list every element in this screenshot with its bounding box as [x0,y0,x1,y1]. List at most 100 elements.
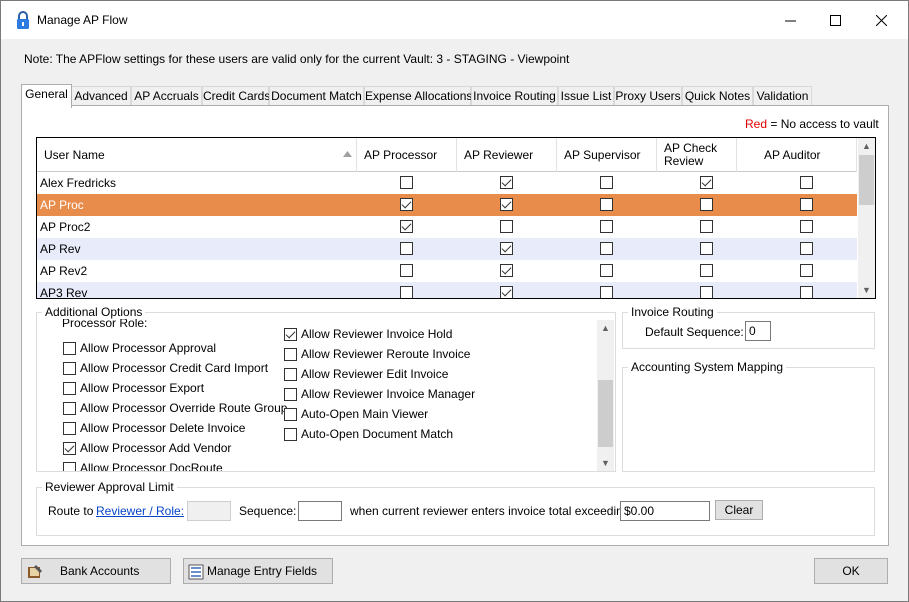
column-header-ap-supervisor[interactable]: AP Supervisor [557,138,657,172]
role-checkbox[interactable] [500,198,513,211]
scroll-thumb[interactable] [859,155,874,205]
tab-issue-list[interactable]: Issue List [558,86,614,107]
role-checkbox[interactable] [700,264,713,277]
options-scroll-down-icon[interactable]: ▼ [597,455,614,471]
options-scroll-thumb[interactable] [598,380,613,447]
tab-invoice-routing[interactable]: Invoice Routing [471,86,558,107]
role-checkbox[interactable] [600,198,613,211]
options-vertical-scrollbar[interactable]: ▲ ▼ [597,320,614,471]
minimize-icon [784,20,796,21]
role-checkbox[interactable] [700,286,713,298]
reviewer-role-link[interactable]: Reviewer / Role: [96,504,184,518]
route-to-label: Route to [48,504,94,518]
grid-row[interactable]: AP Proc [37,194,857,216]
options-scroll-up-icon[interactable]: ▲ [597,320,614,336]
sequence-label: Sequence: [239,504,297,518]
user-name-cell: AP Rev [40,242,81,256]
option-label: Allow Reviewer Invoice Hold [301,327,453,341]
window-title: Manage AP Flow [37,13,128,27]
role-checkbox[interactable] [700,176,713,189]
accounting-mapping-group [622,367,875,472]
option-checkbox[interactable] [63,382,76,395]
option-checkbox[interactable] [63,462,76,471]
option-checkbox[interactable] [284,348,297,361]
role-checkbox[interactable] [400,264,413,277]
users-grid: User Name AP Processor AP Reviewer AP Su… [36,137,876,299]
manage-ap-flow-window: Manage AP Flow Note: The APFlow settings… [0,0,909,602]
default-sequence-input[interactable]: 0 [745,321,771,341]
tab-general[interactable]: General [21,84,72,108]
role-checkbox[interactable] [800,286,813,298]
tab-credit-cards[interactable]: Credit Cards [202,86,270,107]
role-checkbox[interactable] [800,242,813,255]
role-checkbox[interactable] [800,220,813,233]
option-checkbox[interactable] [284,428,297,441]
role-checkbox[interactable] [500,286,513,298]
scroll-down-icon[interactable]: ▼ [858,282,875,298]
clear-button[interactable]: Clear [715,500,763,520]
role-checkbox[interactable] [400,176,413,189]
scroll-up-icon[interactable]: ▲ [858,138,875,154]
role-checkbox[interactable] [400,220,413,233]
role-checkbox[interactable] [500,176,513,189]
role-checkbox[interactable] [600,176,613,189]
role-checkbox[interactable] [800,198,813,211]
column-header-ap-check-review[interactable]: AP Check Review [657,138,737,172]
grid-header: User Name AP Processor AP Reviewer AP Su… [37,138,857,172]
role-checkbox[interactable] [500,220,513,233]
legend-text: = No access to vault [770,117,879,131]
role-checkbox[interactable] [400,198,413,211]
role-checkbox[interactable] [600,220,613,233]
column-header-ap-processor[interactable]: AP Processor [357,138,457,172]
role-checkbox[interactable] [400,242,413,255]
option-checkbox[interactable] [63,422,76,435]
role-checkbox[interactable] [500,242,513,255]
column-header-ap-reviewer[interactable]: AP Reviewer [457,138,557,172]
close-button[interactable] [858,1,904,39]
tab-proxy-users[interactable]: Proxy Users [614,86,682,107]
role-checkbox[interactable] [800,264,813,277]
tab-advanced[interactable]: Advanced [71,86,131,107]
minimize-button[interactable] [767,1,813,39]
grid-vertical-scrollbar[interactable]: ▲ ▼ [858,138,875,298]
role-checkbox[interactable] [600,242,613,255]
bank-accounts-button[interactable]: Bank Accounts [21,558,171,584]
role-checkbox[interactable] [700,242,713,255]
column-header-user-name[interactable]: User Name [37,138,357,172]
maximize-icon [829,14,841,26]
role-checkbox[interactable] [400,286,413,298]
option-checkbox[interactable] [63,362,76,375]
ok-button[interactable]: OK [814,558,888,584]
role-checkbox[interactable] [800,176,813,189]
column-header-ap-auditor[interactable]: AP Auditor [757,138,857,172]
manage-entry-fields-button[interactable]: Manage Entry Fields [183,558,333,584]
option-checkbox[interactable] [63,342,76,355]
grid-row[interactable]: AP Proc2 [37,216,857,238]
option-checkbox[interactable] [284,368,297,381]
amount-input[interactable]: $0.00 [620,501,710,521]
option-checkbox[interactable] [284,388,297,401]
grid-row[interactable]: Alex Fredricks [37,172,857,194]
option-checkbox[interactable] [284,408,297,421]
sequence-input[interactable] [298,501,342,521]
tab-ap-accruals[interactable]: AP Accruals [131,86,202,107]
maximize-button[interactable] [812,1,858,39]
option-checkbox[interactable] [63,402,76,415]
reviewer-role-field[interactable] [187,501,231,521]
role-checkbox[interactable] [500,264,513,277]
role-checkbox[interactable] [600,264,613,277]
option-label: Allow Processor Delete Invoice [80,421,246,435]
grid-row[interactable]: AP Rev [37,238,857,260]
role-checkbox[interactable] [700,220,713,233]
tab-quick-notes[interactable]: Quick Notes [682,86,753,107]
grid-row[interactable]: AP Rev2 [37,260,857,282]
tab-validation[interactable]: Validation [753,86,812,107]
tab-expense-allocations[interactable]: Expense Allocations [364,86,472,107]
option-checkbox[interactable] [284,328,297,341]
option-label: Allow Reviewer Edit Invoice [301,367,449,381]
option-checkbox[interactable] [63,442,76,455]
role-checkbox[interactable] [700,198,713,211]
role-checkbox[interactable] [600,286,613,298]
grid-row[interactable]: AP3 Rev [37,282,857,298]
tab-document-match[interactable]: Document Match [269,86,364,107]
